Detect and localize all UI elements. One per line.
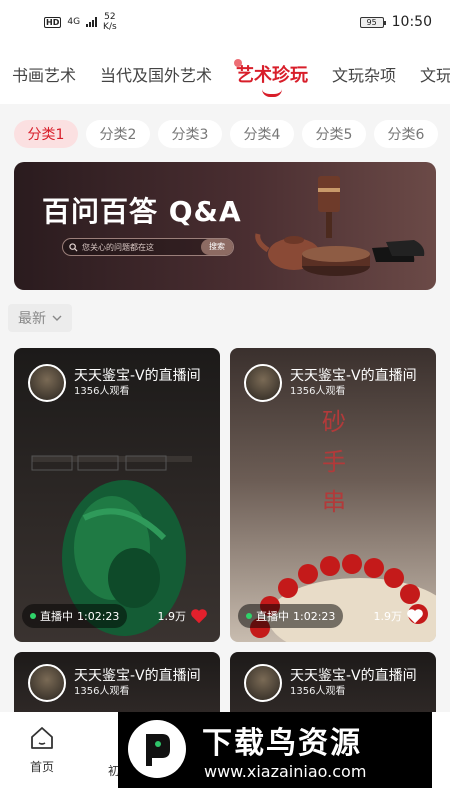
subcategory-pills: 分类1 分类2 分类3 分类4 分类5 分类6	[0, 104, 450, 164]
watermark-title: 下载鸟资源	[202, 726, 362, 761]
tab-art-treasures[interactable]: 艺术珍玩	[234, 59, 309, 97]
viewer-count: 1356人观看	[74, 386, 130, 397]
live-card[interactable]: 天天鉴宝-V的直播间 1356人观看	[230, 652, 436, 712]
clock: 10:50	[391, 14, 432, 30]
pill-category-5[interactable]: 分类5	[302, 120, 366, 148]
hd-icon: HD	[44, 16, 62, 28]
like-count-value: 1.9万	[373, 610, 403, 623]
avatar[interactable]	[28, 364, 66, 402]
avatar[interactable]	[244, 664, 282, 702]
battery-icon: 95	[359, 16, 386, 28]
tab-label: 文玩杂项	[332, 66, 397, 85]
tab-curios[interactable]: 文玩杂项	[332, 62, 396, 86]
auction-items-illustration	[255, 176, 425, 276]
tab-shuhua[interactable]: 书画艺术	[12, 62, 76, 86]
tab-label: 当代及国外艺术	[100, 66, 213, 85]
like-count: 1.9万	[374, 608, 425, 624]
sort-dropdown[interactable]: 最新	[8, 304, 72, 332]
live-card[interactable]: 天天鉴宝-V的直播间 1356人观看 直播中 1:02:23 1.9万	[14, 348, 220, 642]
banner-title: 百问百答 Q&A	[42, 195, 242, 228]
viewer-count: 1356人观看	[74, 686, 130, 697]
sort-label: 最新	[18, 311, 46, 327]
pill-category-3[interactable]: 分类3	[158, 120, 222, 148]
network-type: 4G	[67, 16, 81, 27]
tab-wenwan[interactable]: 文玩	[420, 62, 450, 86]
search-icon	[69, 242, 78, 252]
heart-outline-icon[interactable]	[406, 608, 424, 624]
banner-search-button[interactable]: 搜索	[201, 239, 233, 255]
category-tabs: 书画艺术 当代及国外艺术 艺术珍玩 文玩杂项 文玩	[0, 44, 450, 104]
watermark-url: www.xiazainiao.com	[204, 762, 367, 781]
tab-label: 文玩	[420, 66, 450, 85]
status-bar: HD 4G 52 K/s 95 10:50	[0, 0, 450, 44]
watermark-overlay: 下载鸟资源 www.xiazainiao.com	[118, 712, 432, 788]
avatar[interactable]	[244, 364, 282, 402]
live-dot-icon	[246, 613, 252, 619]
tab-contemporary[interactable]: 当代及国外艺术	[100, 62, 212, 86]
host-name: 天天鉴宝-V的直播间	[74, 668, 201, 684]
svg-text:串: 串	[322, 488, 346, 516]
host-info: 天天鉴宝-V的直播间 1356人观看	[28, 664, 201, 702]
chevron-down-icon	[52, 315, 62, 321]
signal-icon	[86, 17, 98, 27]
host-info: 天天鉴宝-V的直播间 1356人观看	[244, 664, 417, 702]
active-dot-icon	[234, 59, 243, 67]
pill-category-4[interactable]: 分类4	[230, 120, 294, 148]
nav-home[interactable]: 首页	[22, 726, 62, 775]
heart-filled-icon[interactable]	[190, 608, 208, 624]
avatar[interactable]	[28, 664, 66, 702]
network-speed: 52 K/s	[103, 12, 117, 32]
active-underline-icon	[262, 89, 283, 97]
home-icon	[31, 727, 53, 749]
host-info: 天天鉴宝-V的直播间 1356人观看	[28, 364, 201, 402]
banner-search-bar[interactable]: 您关心的问题都在这 搜索	[62, 238, 234, 256]
bird-logo-icon	[128, 720, 186, 778]
viewer-count: 1356人观看	[290, 686, 346, 697]
live-card[interactable]: 天天鉴宝-V的直播间 1356人观看	[14, 652, 220, 712]
host-name: 天天鉴宝-V的直播间	[290, 368, 417, 384]
like-count: 1.9万	[158, 608, 209, 624]
live-dot-icon	[30, 613, 36, 619]
qa-banner[interactable]: 百问百答 Q&A 您关心的问题都在这 搜索	[14, 162, 436, 290]
banner-search-placeholder: 您关心的问题都在这	[82, 242, 154, 252]
nav-home-label: 首页	[29, 760, 54, 774]
live-card[interactable]: 砂 手 串 天天鉴宝-V的直播间 1356人观看 直播中 1:02:23 1.9…	[230, 348, 436, 642]
speed-value: 52	[104, 12, 116, 22]
pill-category-1[interactable]: 分类1	[14, 120, 78, 148]
pill-category-2[interactable]: 分类2	[86, 120, 150, 148]
live-duration: 1:02:23	[293, 609, 336, 623]
svg-text:手: 手	[322, 448, 346, 476]
live-status: 直播中	[256, 610, 289, 623]
live-status: 直播中	[40, 610, 73, 623]
host-info: 天天鉴宝-V的直播间 1356人观看	[244, 364, 417, 402]
viewer-count: 1356人观看	[290, 386, 346, 397]
host-name: 天天鉴宝-V的直播间	[290, 668, 417, 684]
live-badge: 直播中 1:02:23	[238, 604, 344, 628]
svg-text:砂: 砂	[322, 408, 346, 436]
speed-unit: K/s	[103, 22, 117, 32]
live-badge: 直播中 1:02:23	[22, 604, 128, 628]
pill-category-6[interactable]: 分类6	[374, 120, 438, 148]
live-duration: 1:02:23	[77, 609, 120, 623]
tab-label: 艺术珍玩	[236, 65, 309, 86]
host-name: 天天鉴宝-V的直播间	[74, 368, 201, 384]
like-count-value: 1.9万	[157, 610, 187, 623]
tab-label: 书画艺术	[12, 66, 77, 85]
